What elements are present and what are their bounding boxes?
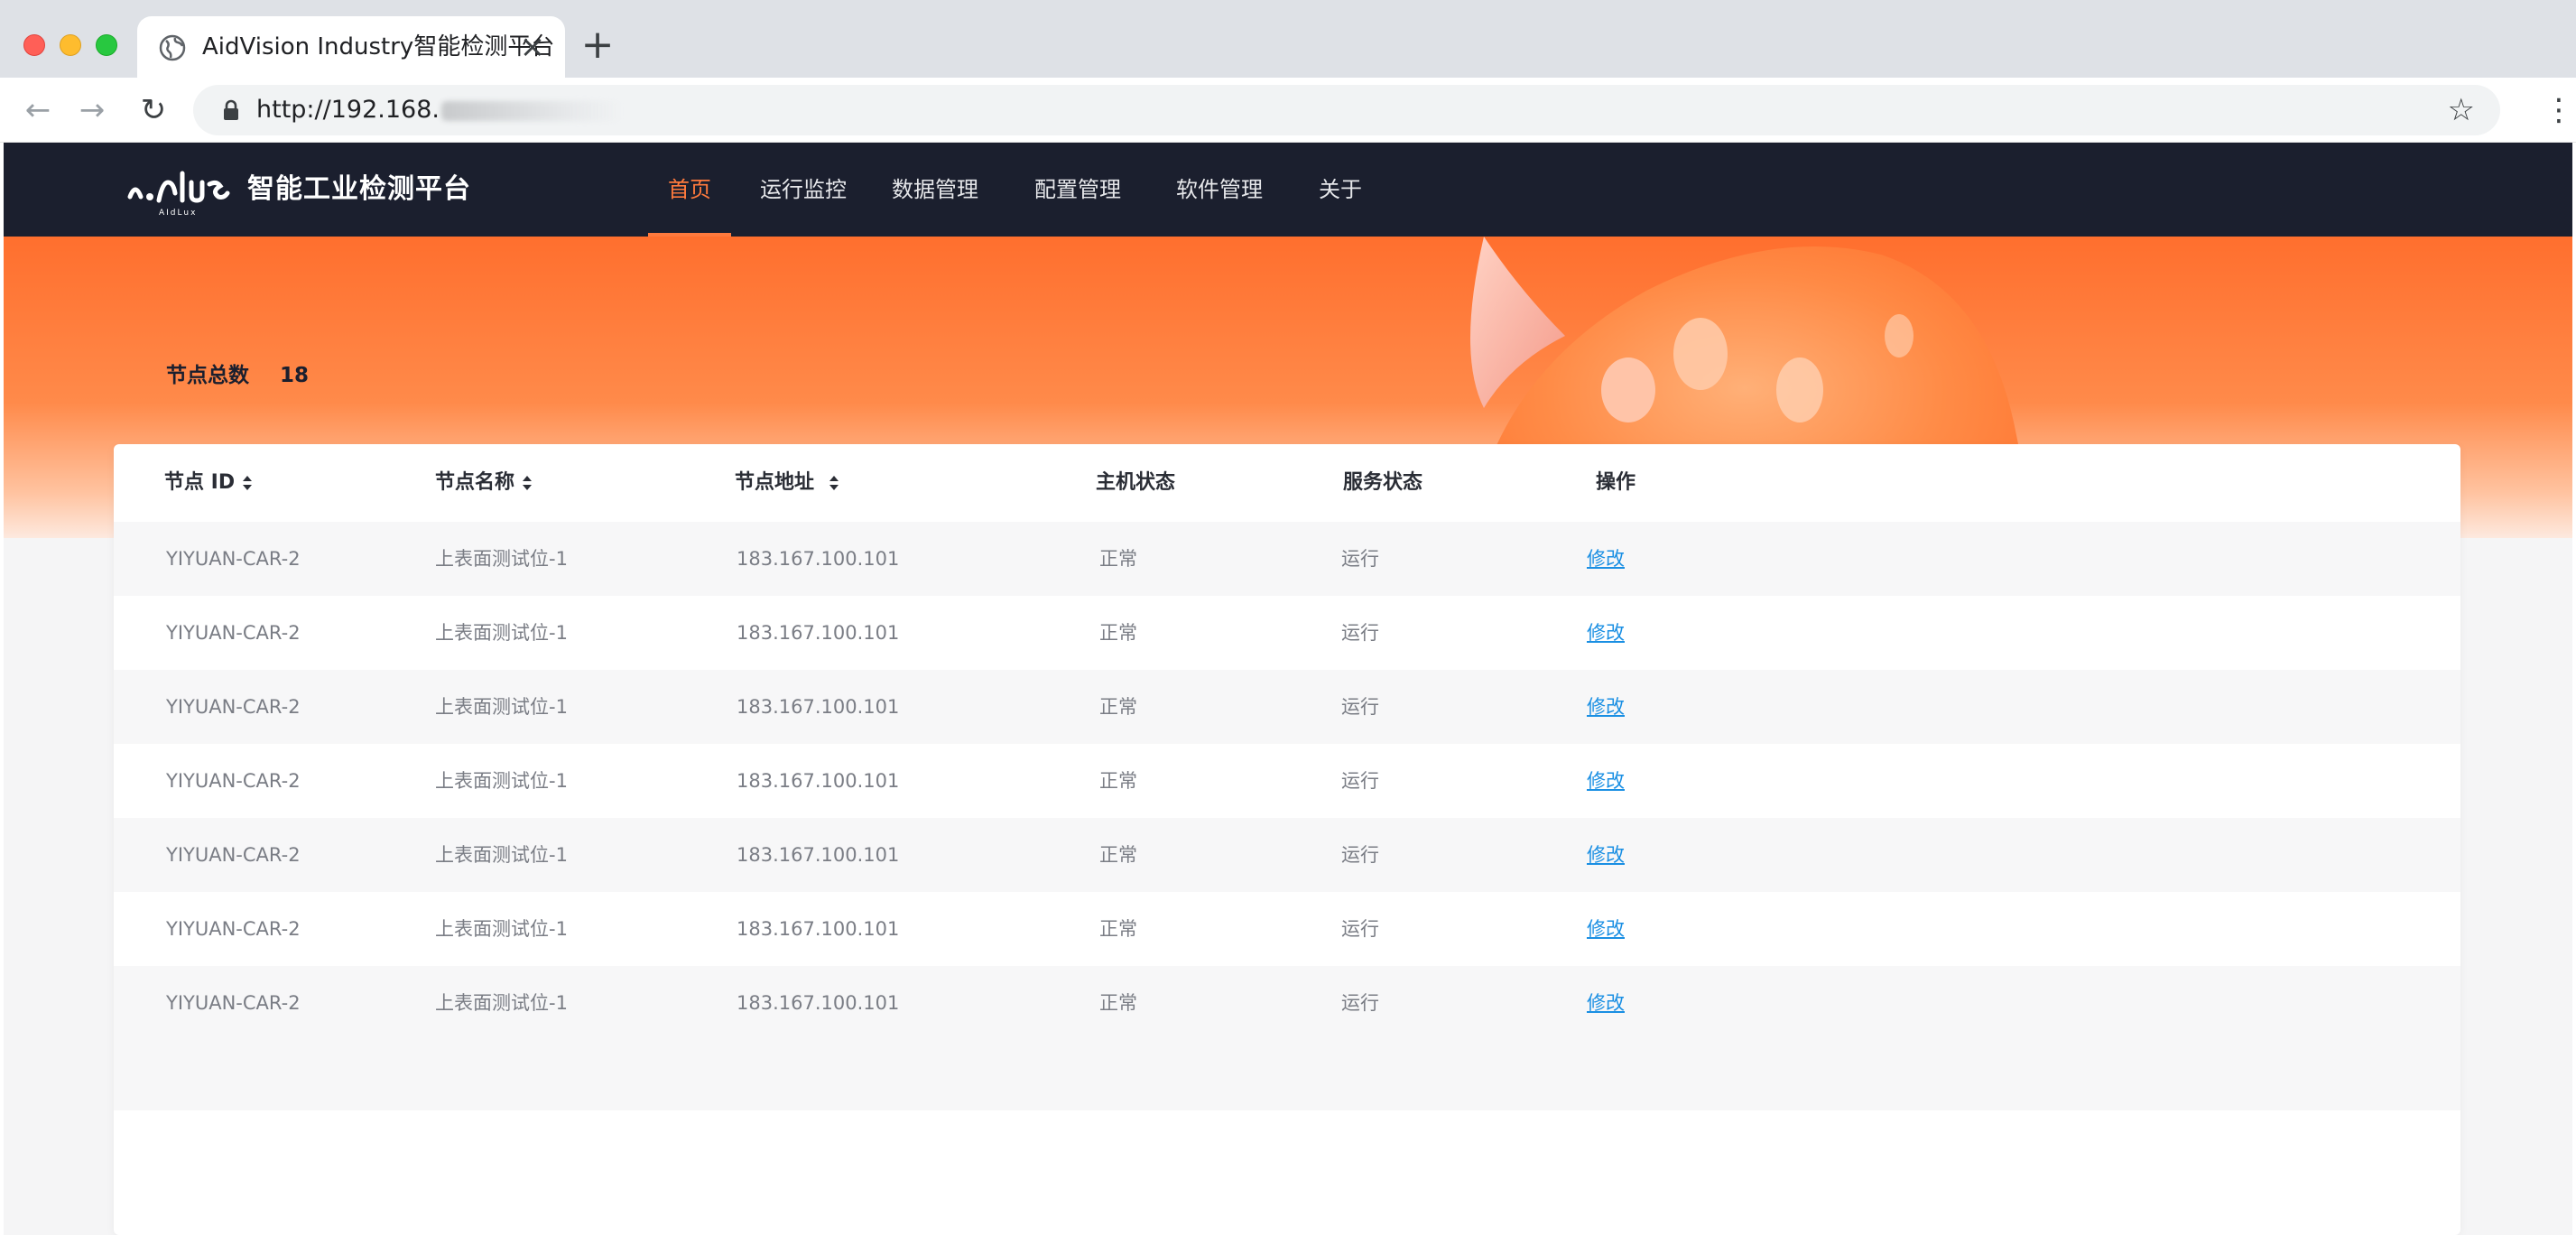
cell-service-status: 运行 <box>1341 992 1379 1014</box>
browser-toolbar: ← → ↻ http://192.168. ☆ ⋮ <box>0 78 2576 143</box>
browser-tabstrip: AidVision Industry智能检测平台 × + <box>0 0 2576 78</box>
logo-small-text: AIdLux <box>159 209 197 217</box>
cell-service-status: 运行 <box>1341 548 1379 570</box>
back-arrow-icon[interactable]: ← <box>20 92 56 128</box>
url-text: http://192.168. <box>256 96 622 125</box>
cell-node-id: YIYUAN-CAR-2 <box>166 622 301 644</box>
table-row: YIYUAN-CAR-2 上表面测试位-1 183.167.100.101 正常 运行 修… <box>114 596 2460 670</box>
cell-node-address: 183.167.100.101 <box>737 844 900 866</box>
cell-node-id: YIYUAN-CAR-2 <box>166 548 301 570</box>
cell-host-status: 正常 <box>1099 992 1137 1014</box>
cell-node-name: 上表面测试位-1 <box>435 770 568 792</box>
table-row: YIYUAN-CAR-2 上表面测试位-1 183.167.100.101 正常 运行 修… <box>114 892 2460 966</box>
cell-node-name: 上表面测试位-1 <box>435 622 568 644</box>
cell-host-status: 正常 <box>1099 548 1137 570</box>
forward-arrow-icon[interactable]: → <box>74 92 110 128</box>
close-icon[interactable]: × <box>518 32 547 62</box>
logo-icon: AIdLux <box>127 171 230 217</box>
cell-node-address: 183.167.100.101 <box>737 918 900 940</box>
close-window-button[interactable] <box>23 34 45 56</box>
nav-item-monitoring[interactable]: 运行监控 <box>760 143 847 237</box>
minimize-window-button[interactable] <box>60 34 81 56</box>
table-empty-row <box>114 1036 2460 1110</box>
menu-dots-icon[interactable]: ⋮ <box>2544 92 2574 128</box>
column-header-node-name[interactable]: 节点名称 <box>435 444 533 522</box>
cell-node-name: 上表面测试位-1 <box>435 918 568 940</box>
cell-node-name: 上表面测试位-1 <box>435 696 568 718</box>
cell-service-status: 运行 <box>1341 622 1379 644</box>
globe-icon <box>159 34 186 61</box>
address-bar[interactable]: http://192.168. ☆ <box>193 85 2500 135</box>
table-row: YIYUAN-CAR-2 上表面测试位-1 183.167.100.101 正常 运行 修… <box>114 744 2460 818</box>
cell-node-id: YIYUAN-CAR-2 <box>166 770 301 792</box>
tab-title: AidVision Industry智能检测平台 <box>202 33 555 60</box>
nav-item-config[interactable]: 配置管理 <box>1034 143 1121 237</box>
cell-node-address: 183.167.100.101 <box>737 548 900 570</box>
column-label: 节点地址 <box>735 471 815 494</box>
cell-node-name: 上表面测试位-1 <box>435 992 568 1014</box>
lock-icon <box>224 99 238 120</box>
edit-link[interactable]: 修改 <box>1587 522 1625 596</box>
node-total-value: 18 <box>280 364 310 387</box>
cell-node-id: YIYUAN-CAR-2 <box>166 918 301 940</box>
edit-link[interactable]: 修改 <box>1587 596 1625 670</box>
sort-icon[interactable] <box>522 474 533 492</box>
cell-service-status: 运行 <box>1341 696 1379 718</box>
cell-node-address: 183.167.100.101 <box>737 622 900 644</box>
edit-link[interactable]: 修改 <box>1587 966 1625 1040</box>
sort-icon[interactable] <box>242 474 253 492</box>
node-table-card: 节点 ID 节点名称 节点地址 主机状态 服务状态 操作 YIYUAN-CAR-… <box>114 444 2460 1235</box>
cell-node-name: 上表面测试位-1 <box>435 548 568 570</box>
nav-item-home[interactable]: 首页 <box>648 143 731 237</box>
logo-title: 智能工业检测平台 <box>247 173 471 205</box>
node-total-label: 节点总数 <box>166 364 249 387</box>
cell-node-address: 183.167.100.101 <box>737 696 900 718</box>
column-header-node-id[interactable]: 节点 ID <box>164 444 253 522</box>
cell-service-status: 运行 <box>1341 918 1379 940</box>
cell-service-status: 运行 <box>1341 770 1379 792</box>
star-icon[interactable]: ☆ <box>2448 94 2475 126</box>
table-row: YIYUAN-CAR-2 上表面测试位-1 183.167.100.101 正常 运行 修… <box>114 522 2460 596</box>
cell-node-id: YIYUAN-CAR-2 <box>166 844 301 866</box>
browser-tab-active[interactable]: AidVision Industry智能检测平台 × <box>137 16 565 78</box>
edit-link[interactable]: 修改 <box>1587 818 1625 892</box>
cell-host-status: 正常 <box>1099 770 1137 792</box>
nav-item-data[interactable]: 数据管理 <box>892 143 978 237</box>
cell-host-status: 正常 <box>1099 622 1137 644</box>
table-header: 节点 ID 节点名称 节点地址 主机状态 服务状态 操作 <box>114 444 2460 522</box>
table-row: YIYUAN-CAR-2 上表面测试位-1 183.167.100.101 正常 运行 修… <box>114 818 2460 892</box>
app-header: AIdLux 智能工业检测平台 首页 运行监控 数据管理 配置管理 软件管理 关… <box>4 143 2572 237</box>
cell-node-name: 上表面测试位-1 <box>435 844 568 866</box>
cell-host-status: 正常 <box>1099 844 1137 866</box>
column-label: 节点 ID <box>164 471 236 494</box>
nav-item-software[interactable]: 软件管理 <box>1176 143 1263 237</box>
edit-link[interactable]: 修改 <box>1587 892 1625 966</box>
cell-service-status: 运行 <box>1341 844 1379 866</box>
url-blurred <box>440 100 622 121</box>
column-header-service-status: 服务状态 <box>1343 471 1423 494</box>
sort-icon[interactable] <box>829 474 839 492</box>
column-label: 节点名称 <box>435 471 515 494</box>
edit-link[interactable]: 修改 <box>1587 670 1625 744</box>
table-row: YIYUAN-CAR-2 上表面测试位-1 183.167.100.101 正常 运行 修… <box>114 670 2460 744</box>
maximize-window-button[interactable] <box>96 34 117 56</box>
cell-node-address: 183.167.100.101 <box>737 770 900 792</box>
column-header-action: 操作 <box>1596 471 1636 494</box>
cell-host-status: 正常 <box>1099 696 1137 718</box>
nav-item-about[interactable]: 关于 <box>1318 143 1363 237</box>
plus-icon[interactable]: + <box>579 25 616 65</box>
column-header-node-address[interactable]: 节点地址 <box>735 444 839 522</box>
cell-node-address: 183.167.100.101 <box>737 992 900 1014</box>
url-value: http://192.168. <box>256 96 440 124</box>
reload-icon[interactable]: ↻ <box>135 92 171 128</box>
cell-node-id: YIYUAN-CAR-2 <box>166 696 301 718</box>
cell-node-id: YIYUAN-CAR-2 <box>166 992 301 1014</box>
edit-link[interactable]: 修改 <box>1587 744 1625 818</box>
table-row: YIYUAN-CAR-2 上表面测试位-1 183.167.100.101 正常 运行 修… <box>114 966 2460 1040</box>
cell-host-status: 正常 <box>1099 918 1137 940</box>
column-header-host-status: 主机状态 <box>1096 471 1176 494</box>
